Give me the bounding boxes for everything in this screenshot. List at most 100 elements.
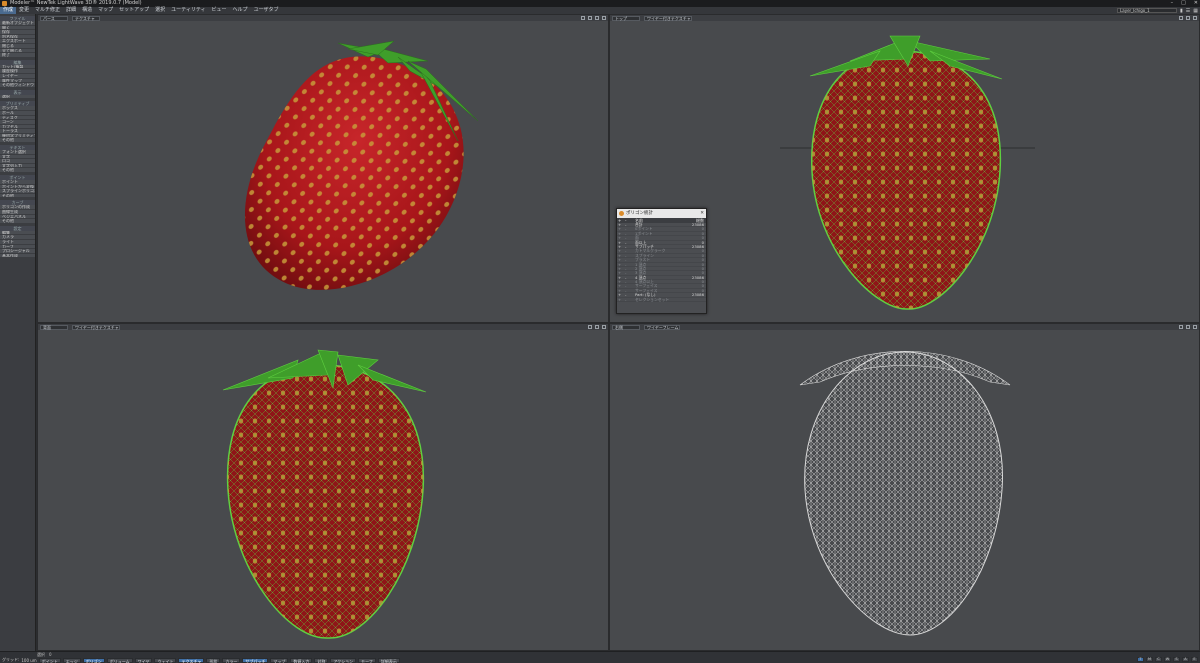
render-mode-select[interactable]: ワイヤー付きテクスチャ xyxy=(644,15,692,21)
menu-tab-select[interactable]: 選択 xyxy=(152,7,168,14)
mode-tool-button[interactable]: アクション xyxy=(330,657,357,663)
menu-tab-map[interactable]: マップ xyxy=(95,7,116,14)
menu-tab-utilities[interactable]: ユーティリティ xyxy=(168,7,208,14)
display-toggle-button[interactable]: C xyxy=(1155,657,1162,662)
sidebar-tool-button[interactable]: 選択 xyxy=(0,94,35,100)
menu-tab-detail[interactable]: 詳細 xyxy=(63,7,79,14)
display-toggle-button[interactable]: W xyxy=(1164,657,1171,662)
viewport-zoom-icon[interactable] xyxy=(595,325,599,329)
mode-tool-button[interactable]: モーフ xyxy=(358,657,376,663)
viewport-back[interactable]: 背面 ワイヤー付きテクスチャ xyxy=(37,323,609,651)
viewport-maximize-icon[interactable] xyxy=(1193,16,1197,20)
mode-tool-button[interactable]: サブパッチ xyxy=(242,657,269,663)
stats-minus-toggle[interactable]: - xyxy=(625,262,633,267)
view-type-select[interactable]: 右側 xyxy=(612,324,640,330)
mode-tool-button[interactable]: ボリューム xyxy=(106,657,133,663)
layer-select[interactable]: Layer_Ichigo_1 xyxy=(1117,8,1178,13)
sidebar-tool-button[interactable]: 基本作成 xyxy=(0,253,35,259)
viewport-move-icon[interactable] xyxy=(588,325,592,329)
display-toggle-button[interactable]: E xyxy=(1191,657,1198,662)
viewport-maximize-icon[interactable] xyxy=(602,16,606,20)
stats-minus-toggle[interactable]: - xyxy=(625,257,633,262)
viewport-move-icon[interactable] xyxy=(1179,16,1183,20)
menu-tab-help[interactable]: ヘルプ xyxy=(230,7,251,14)
sidebar-tool-button[interactable]: その他ウィンドウ xyxy=(0,83,35,88)
sidebar-tool-button[interactable]: その他 xyxy=(0,193,35,199)
layer-list-icon[interactable]: ☰ xyxy=(1186,8,1190,14)
mode-tool-button[interactable]: ウェイト xyxy=(154,657,177,663)
stats-row[interactable]: + - セレクションセット xyxy=(617,297,706,303)
render-mode-select[interactable]: ワイヤーフレーム xyxy=(644,324,680,330)
render-mode-select[interactable]: ワイヤー付きテクスチャ xyxy=(72,324,120,330)
mode-tool-button[interactable]: 詳細表示 xyxy=(377,657,400,663)
display-toggle-button[interactable]: S xyxy=(1173,657,1180,662)
stats-panel-titlebar[interactable]: ポリゴン統計 ✕ xyxy=(617,209,706,218)
stats-minus-toggle[interactable]: - xyxy=(625,231,633,236)
view-type-select[interactable]: トップ xyxy=(612,15,640,21)
stats-minus-toggle[interactable]: - xyxy=(625,240,633,245)
menu-tab-user[interactable]: ユーザタブ xyxy=(251,7,282,14)
sidebar-tool-button[interactable]: その他 xyxy=(0,168,35,174)
menu-tab-create[interactable]: 作成 xyxy=(0,7,17,14)
layer-toggle-icon[interactable]: ▮ xyxy=(1180,8,1183,14)
display-toggle-button[interactable]: T xyxy=(1137,657,1144,662)
stats-minus-toggle[interactable]: - xyxy=(625,279,633,284)
viewport-zoom-icon[interactable] xyxy=(595,16,599,20)
stats-minus-toggle[interactable]: - xyxy=(625,266,633,271)
maximize-icon[interactable]: □ xyxy=(1181,0,1186,7)
view-type-select[interactable]: 背面 xyxy=(40,324,68,330)
viewport-move-icon[interactable] xyxy=(1179,325,1183,329)
stats-minus-toggle[interactable]: - xyxy=(625,253,633,258)
stats-minus-toggle[interactable]: - xyxy=(625,226,633,231)
mode-tool-button[interactable]: 形状 xyxy=(206,657,221,663)
sidebar-tool-button[interactable]: 終了 xyxy=(0,53,35,58)
mode-tool-button[interactable]: ポリゴン xyxy=(82,657,105,663)
mode-tool-button[interactable]: マップ xyxy=(270,657,289,663)
mode-tool-button[interactable]: 数値入力 xyxy=(290,657,313,663)
display-toggle-button[interactable]: M xyxy=(1146,657,1153,662)
menu-tab-setup[interactable]: セットアップ xyxy=(116,7,152,14)
polygon-statistics-panel[interactable]: ポリゴン統計 ✕ + - 名前 総数 + - 合計 23086 + -0ポイント 0 + -1ポイ… xyxy=(616,208,707,314)
stats-minus-toggle[interactable]: - xyxy=(625,297,633,302)
viewport-zoom-icon[interactable] xyxy=(1186,325,1190,329)
stats-minus-toggle[interactable]: - xyxy=(625,222,633,227)
stats-minus-toggle[interactable]: - xyxy=(625,292,633,297)
stats-minus-toggle[interactable]: - xyxy=(625,270,633,275)
stats-minus-toggle[interactable]: - xyxy=(625,288,633,293)
menu-tab-modify[interactable]: 変更 xyxy=(16,7,32,14)
stats-minus-toggle[interactable]: - xyxy=(625,248,633,253)
stats-minus-toggle[interactable]: - xyxy=(625,244,633,249)
menu-tab-construct[interactable]: 構造 xyxy=(79,7,95,14)
stats-plus-toggle[interactable]: + xyxy=(617,297,625,302)
sidebar-tool-button[interactable]: その他 xyxy=(0,138,35,144)
display-toggle-button[interactable]: A xyxy=(1182,657,1189,662)
display-toggle-group: TMCWSAE xyxy=(1137,657,1198,662)
close-icon[interactable]: ✕ xyxy=(1194,0,1198,7)
view-type-select[interactable]: パース xyxy=(40,15,68,21)
stats-minus-toggle[interactable]: - xyxy=(625,283,633,288)
viewport-perspective[interactable]: パース テクスチャ xyxy=(37,14,609,323)
viewport-right[interactable]: 右側 ワイヤーフレーム xyxy=(609,323,1200,651)
mode-tool-button[interactable]: エッジ xyxy=(62,657,81,663)
menu-tab-multiply[interactable]: マルチ修正 xyxy=(32,7,63,14)
viewport-rotate-icon[interactable] xyxy=(588,16,592,20)
mode-tool-button[interactable]: カラー xyxy=(222,657,241,663)
layer-grid-icon[interactable]: ▦ xyxy=(1193,8,1198,14)
minimize-icon[interactable]: – xyxy=(1171,0,1174,7)
stats-plus-toggle[interactable]: + xyxy=(617,257,625,262)
mode-tool-button[interactable]: ポイント xyxy=(38,657,61,663)
viewport-maximize-icon[interactable] xyxy=(602,325,606,329)
mode-tool-button[interactable]: テクスチャ xyxy=(178,657,205,663)
viewport-maximize-icon[interactable] xyxy=(1193,325,1197,329)
menu-tab-bar: 作成 変更 マルチ修正 詳細 構造 マップ セットアップ 選択 ユーティリティ … xyxy=(0,7,1200,14)
mode-tool-button[interactable]: ワイヤ xyxy=(134,657,153,663)
mode-tool-button[interactable]: 対称 xyxy=(314,657,329,663)
stats-minus-toggle[interactable]: - xyxy=(625,275,633,280)
viewport-zoom-icon[interactable] xyxy=(1186,16,1190,20)
sidebar-tool-button[interactable]: その他 xyxy=(0,219,35,224)
viewport-move-icon[interactable] xyxy=(581,16,585,20)
render-mode-select[interactable]: テクスチャ xyxy=(72,15,100,21)
stats-minus-toggle[interactable]: - xyxy=(625,235,633,240)
close-icon[interactable]: ✕ xyxy=(700,209,704,218)
menu-tab-view[interactable]: ビュー xyxy=(209,7,230,14)
